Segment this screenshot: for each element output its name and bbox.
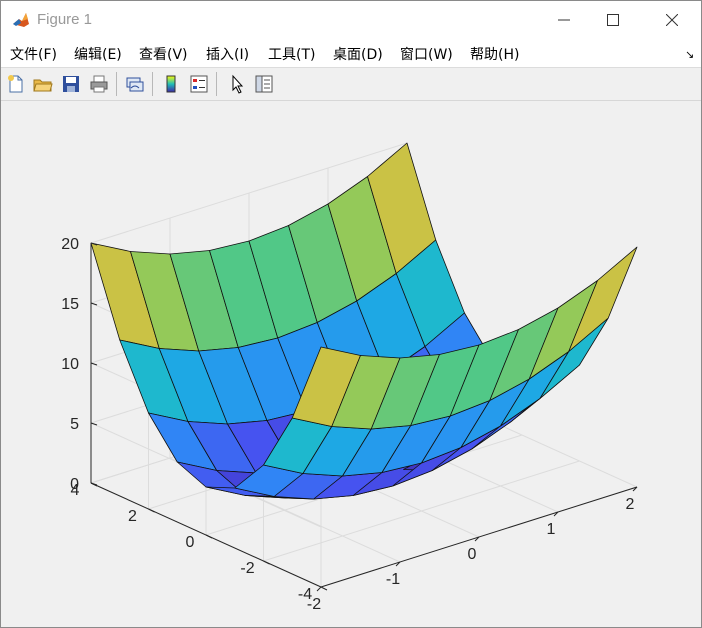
figure-canvas[interactable]: -2 -1 0 1 2 -4 -2 0 2 4 0 5 10 15 20 — [1, 101, 701, 627]
edit-plot-pointer-icon — [232, 74, 244, 94]
y-tick-mark — [263, 560, 270, 565]
surface-mesh — [90, 142, 638, 500]
menu-window[interactable]: 窗口(W) — [400, 44, 453, 64]
y-tick-label: -4 — [298, 586, 312, 603]
z-tick-label: 10 — [61, 356, 79, 373]
maximize-icon — [607, 14, 619, 26]
insert-colorbar-button[interactable] — [159, 72, 183, 96]
link-plot-button[interactable] — [123, 72, 147, 96]
menu-desktop[interactable]: 桌面(D) — [333, 44, 383, 64]
menu-file[interactable]: 文件(F) — [10, 44, 57, 64]
z-tick-label: 0 — [70, 476, 79, 493]
z-tick-label: 20 — [61, 236, 79, 253]
open-file-button[interactable] — [31, 72, 55, 96]
property-inspector-button[interactable] — [252, 72, 276, 96]
figure-window: Figure 1 文件(F) 编辑(E) 查看(V) 插入(I) 工具(T) 桌… — [0, 0, 702, 628]
toolbar-separator — [216, 72, 217, 96]
x-tick-label: 1 — [547, 521, 556, 538]
menu-tools[interactable]: 工具(T) — [268, 44, 315, 64]
print-button[interactable] — [87, 72, 111, 96]
window-title: Figure 1 — [37, 11, 93, 28]
print-icon — [90, 75, 108, 93]
y-tick-label: 0 — [186, 534, 195, 551]
menu-bar: 文件(F) 编辑(E) 查看(V) 插入(I) 工具(T) 桌面(D) 窗口(W… — [1, 39, 701, 68]
close-button[interactable] — [649, 1, 695, 39]
x-tick-mark — [316, 586, 322, 592]
toolbar-separator — [116, 72, 117, 96]
z-tick-label: 15 — [61, 296, 79, 313]
y-tick-mark — [320, 586, 328, 591]
menu-help[interactable]: 帮助(H) — [470, 44, 519, 64]
menu-edit[interactable]: 编辑(E) — [74, 44, 122, 64]
x-tick-label: -1 — [386, 571, 400, 588]
open-file-icon — [33, 79, 53, 92]
dock-figure-icon[interactable]: ↘ — [685, 48, 694, 61]
new-figure-icon — [8, 75, 23, 93]
menu-view[interactable]: 查看(V) — [139, 44, 188, 64]
insert-colorbar-icon — [166, 75, 176, 93]
menu-insert[interactable]: 插入(I) — [206, 44, 249, 64]
y-tick-mark — [148, 508, 155, 513]
save-button[interactable] — [59, 72, 83, 96]
edit-plot-button[interactable] — [225, 72, 249, 96]
toolbar-separator — [152, 72, 153, 96]
close-icon — [666, 14, 678, 26]
y-tick-label: 2 — [128, 508, 137, 525]
minimize-button[interactable] — [541, 1, 587, 39]
save-icon — [63, 76, 79, 92]
new-figure-button[interactable] — [4, 72, 28, 96]
link-plot-icon — [126, 77, 144, 92]
maximize-button[interactable] — [590, 1, 636, 39]
x-tick-label: 0 — [468, 546, 477, 563]
property-inspector-icon — [255, 75, 273, 93]
title-bar[interactable]: Figure 1 — [1, 1, 701, 39]
z-tick-label: 5 — [70, 416, 79, 433]
surface-plot-axes[interactable]: -2-1012-4-202405101520 — [1, 101, 701, 627]
matlab-logo-icon — [11, 10, 31, 30]
y-tick-mark — [205, 534, 213, 539]
insert-legend-icon — [190, 75, 208, 93]
minimize-icon — [558, 19, 570, 21]
figure-toolbar — [1, 68, 701, 101]
y-tick-label: -2 — [240, 560, 254, 577]
insert-legend-button[interactable] — [187, 72, 211, 96]
x-tick-label: 2 — [626, 496, 635, 513]
